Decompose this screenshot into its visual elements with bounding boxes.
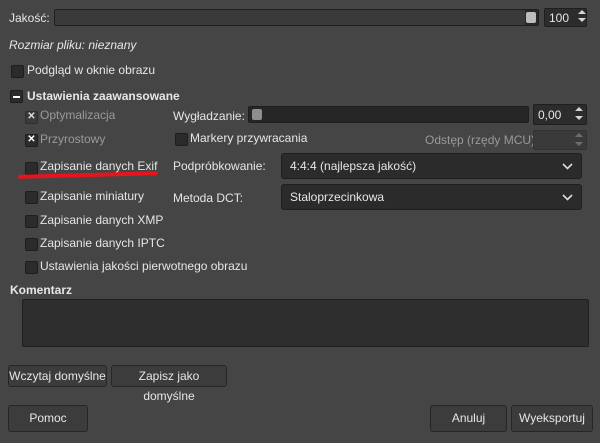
save-iptc-label: Zapisanie danych IPTC (40, 236, 165, 250)
smoothing-slider[interactable] (248, 106, 529, 123)
original-quality-label: Ustawienia jakości pierwotnego obrazu (40, 259, 248, 273)
interval-decrement-icon (575, 142, 583, 146)
quality-slider-fill (55, 10, 525, 25)
dct-value: Staloprzecinkowa (290, 190, 385, 204)
quality-slider[interactable] (54, 9, 539, 26)
smoothing-value: 0,00 (538, 108, 562, 122)
smoothing-label: Wygładzanie: (173, 109, 245, 123)
quality-increment-icon[interactable] (578, 10, 586, 14)
advanced-header[interactable]: Ustawienia zaawansowane (27, 89, 180, 103)
preview-checkbox[interactable] (11, 65, 24, 78)
save-iptc-checkbox[interactable] (25, 238, 38, 251)
annotation-underline (17, 171, 159, 179)
comment-header: Komentarz (10, 283, 73, 297)
quality-label: Jakość: (9, 11, 50, 25)
save-thumbnail-label: Zapisanie miniatury (40, 189, 145, 203)
progressive-label: Przyrostowy (40, 132, 106, 146)
smoothing-increment-icon[interactable] (575, 107, 583, 111)
chevron-down-icon (562, 163, 573, 170)
restart-markers-label: Markery przywracania (190, 131, 308, 145)
cancel-button[interactable]: Anuluj (430, 405, 507, 432)
subsampling-label: Podpróbkowanie: (173, 159, 266, 173)
optimization-label: Optymalizacja (40, 108, 116, 122)
save-xmp-label: Zapisanie danych XMP (40, 213, 164, 227)
dct-label: Metoda DCT: (173, 191, 244, 205)
quality-value: 100 (549, 11, 570, 25)
smoothing-decrement-icon[interactable] (575, 116, 583, 120)
interval-label: Odstęp (rzędy MCU): (425, 133, 539, 147)
save-xmp-checkbox[interactable] (25, 215, 38, 228)
chevron-down-icon (562, 194, 573, 201)
save-exif-checkbox[interactable] (25, 162, 38, 175)
jpeg-export-dialog: { "quality": { "label": "Jakość:", "valu… (0, 0, 600, 443)
subsampling-value: 4:4:4 (najlepsza jakość) (290, 159, 417, 173)
smoothing-slider-handle[interactable] (252, 109, 262, 120)
collapse-icon[interactable] (10, 90, 23, 103)
progressive-checkbox[interactable] (25, 133, 38, 147)
help-button[interactable]: Pomoc (8, 405, 88, 432)
save-thumbnail-checkbox[interactable] (25, 191, 38, 204)
original-quality-checkbox[interactable] (25, 261, 38, 274)
restart-markers-checkbox[interactable] (175, 133, 188, 146)
load-defaults-button[interactable]: Wczytaj domyślne (8, 365, 107, 387)
optimization-checkbox[interactable] (25, 110, 38, 124)
save-defaults-button[interactable]: Zapisz jako domyślne (111, 365, 227, 403)
file-size-text: Rozmiar pliku: nieznany (9, 38, 137, 52)
quality-slider-handle[interactable] (526, 12, 536, 23)
comment-textarea[interactable] (22, 299, 589, 347)
subsampling-combo[interactable]: 4:4:4 (najlepsza jakość) (281, 153, 582, 179)
dct-combo[interactable]: Staloprzecinkowa (281, 184, 582, 210)
preview-label: Podgląd w oknie obrazu (27, 63, 156, 77)
interval-increment-icon (575, 133, 583, 137)
quality-decrement-icon[interactable] (578, 18, 586, 22)
export-button[interactable]: Wyeksportuj (511, 405, 593, 432)
